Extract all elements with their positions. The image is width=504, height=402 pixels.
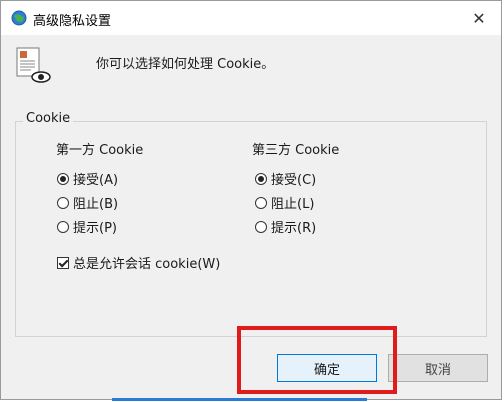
third-party-block-radio[interactable]: 阻止(L) xyxy=(255,193,314,212)
third-party-title: 第三方 Cookie xyxy=(252,143,340,158)
cancel-button[interactable]: 取消 xyxy=(388,354,488,382)
first-party-block-radio[interactable]: 阻止(B) xyxy=(57,193,118,212)
radio-label: 提示(R) xyxy=(271,221,317,236)
session-cookie-checkbox[interactable]: 总是允许会话 cookie(W) xyxy=(57,253,220,272)
radio-indicator xyxy=(255,172,267,185)
third-party-accept-radio[interactable]: 接受(C) xyxy=(255,169,316,188)
radio-label: 提示(P) xyxy=(73,221,117,236)
first-party-accept-radio[interactable]: 接受(A) xyxy=(57,169,118,188)
radio-indicator xyxy=(57,220,69,233)
ok-button[interactable]: 确定 xyxy=(277,354,377,382)
title-bar: 高级隐私设置 ✕ xyxy=(1,1,501,35)
checkbox-indicator xyxy=(57,256,69,269)
close-icon: ✕ xyxy=(472,8,486,28)
radio-indicator xyxy=(255,220,267,233)
third-party-prompt-radio[interactable]: 提示(R) xyxy=(255,217,316,236)
radio-label: 接受(C) xyxy=(271,173,317,188)
advanced-privacy-dialog: 高级隐私设置 ✕ 你可以选择如何处理 Cookie。 Cookie 第一方 Co… xyxy=(0,0,502,400)
radio-indicator xyxy=(255,196,267,209)
first-party-prompt-radio[interactable]: 提示(P) xyxy=(57,217,117,236)
internet-options-icon xyxy=(11,10,27,26)
close-button[interactable]: ✕ xyxy=(457,1,501,35)
radio-label: 阻止(B) xyxy=(73,197,119,212)
cookie-group-label: Cookie xyxy=(23,111,74,126)
radio-label: 接受(A) xyxy=(73,173,119,188)
first-party-title: 第一方 Cookie xyxy=(56,143,144,158)
checkbox-label: 总是允许会话 cookie(W) xyxy=(73,257,221,272)
privacy-document-icon xyxy=(16,47,51,83)
radio-indicator xyxy=(57,196,69,209)
intro-text: 你可以选择如何处理 Cookie。 xyxy=(96,57,275,72)
radio-label: 阻止(L) xyxy=(271,197,315,212)
dialog-title: 高级隐私设置 xyxy=(33,14,112,29)
bottom-edge-bar xyxy=(112,398,367,401)
radio-indicator xyxy=(57,172,69,185)
